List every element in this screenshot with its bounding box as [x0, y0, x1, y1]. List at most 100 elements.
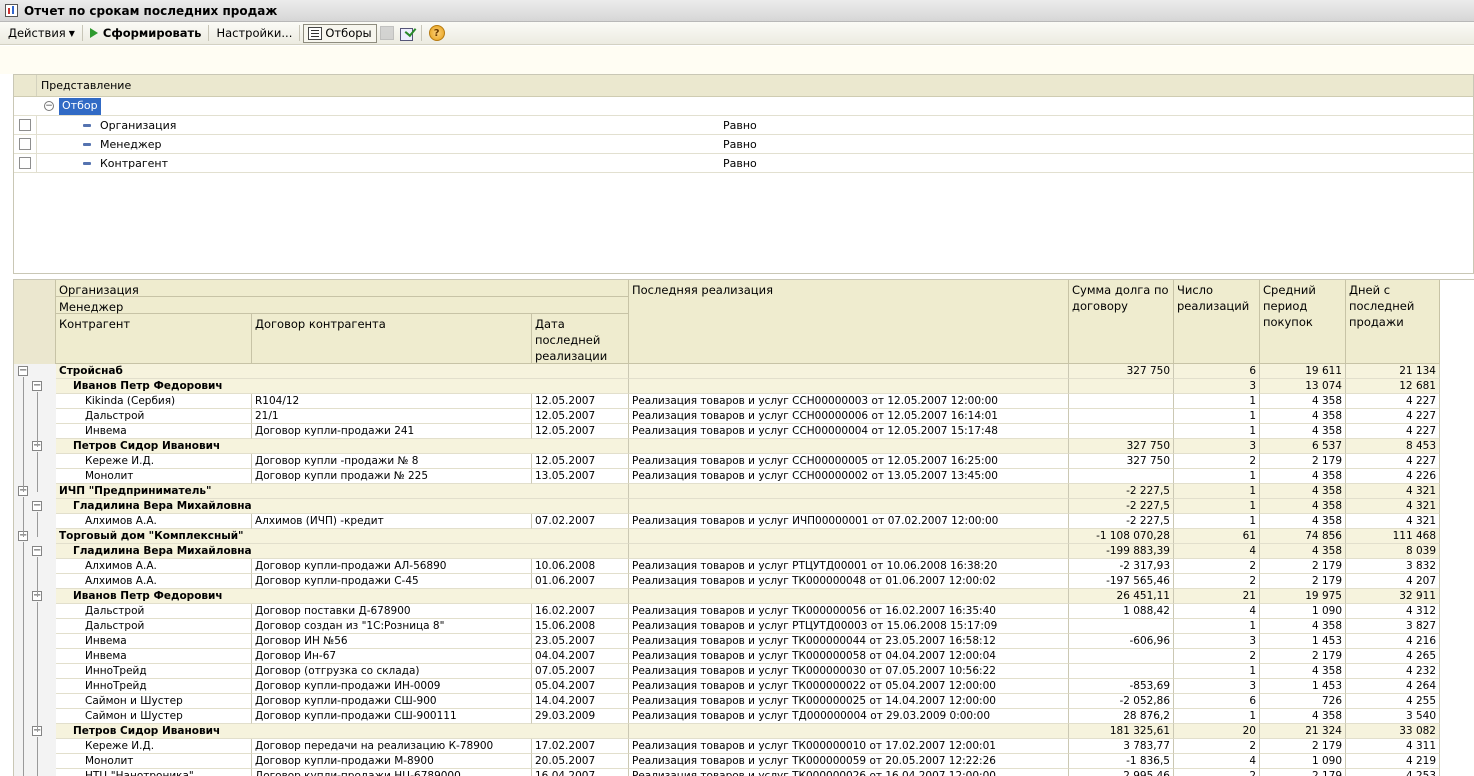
- toolbar-separator: [299, 25, 301, 41]
- cell-contract: Договор Ин-67: [252, 649, 532, 664]
- report-header: Организация Менеджер Контрагент Договор …: [14, 280, 1474, 364]
- select-variant-icon[interactable]: [399, 26, 415, 41]
- cell-days-since: 4 264: [1346, 679, 1440, 694]
- tree-line: [37, 392, 38, 447]
- cell-days-since: 4 219: [1346, 754, 1440, 769]
- collapse-icon[interactable]: −: [32, 381, 42, 391]
- cell-days-since: 21 134: [1346, 364, 1440, 379]
- cell-last-sale: Реализация товаров и услуг ТК000000022 о…: [629, 679, 1069, 694]
- filter-condition[interactable]: Равно: [723, 138, 757, 151]
- header-gutter: [14, 280, 56, 364]
- table-row[interactable]: ИнноТрейд Договор купли-продажи ИН-0009 05…: [14, 679, 1474, 694]
- cell-count: 1: [1174, 409, 1260, 424]
- disabled-report-icon[interactable]: [379, 26, 394, 40]
- manager-group-row[interactable]: −Петров Сидор Иванович327 75036 5378 453: [14, 439, 1474, 454]
- cell-count: 3: [1174, 439, 1260, 454]
- table-row[interactable]: Монолит Договор купли-продажи М-8900 20.05…: [14, 754, 1474, 769]
- cell-last-sale: [629, 544, 1069, 559]
- generate-button[interactable]: Сформировать: [86, 24, 206, 43]
- collapse-icon[interactable]: −: [32, 546, 42, 556]
- cell-date: 05.04.2007: [532, 679, 629, 694]
- filters-toggle-button[interactable]: Отборы: [303, 23, 377, 43]
- cell-contract: Договор купли-продажи С-45: [252, 574, 532, 589]
- filter-row-counterparty[interactable]: Контрагент Равно: [14, 154, 1473, 173]
- filter-list-icon: [308, 26, 323, 40]
- filter-row-organization[interactable]: Организация Равно: [14, 116, 1473, 135]
- cell-days-since: 4 321: [1346, 484, 1440, 499]
- filters-label: Отборы: [325, 26, 372, 40]
- cell-counterparty: Инвема: [56, 634, 252, 649]
- filter-condition[interactable]: Равно: [723, 157, 757, 170]
- collapse-icon[interactable]: −: [44, 101, 54, 111]
- table-row[interactable]: Алхимов А.А. Договор купли-продажи АЛ-568…: [14, 559, 1474, 574]
- table-row[interactable]: Кереже И.Д. Договор купли -продажи № 8 12.…: [14, 454, 1474, 469]
- cell-contract: Договор купли-продажи СШ-900111: [252, 709, 532, 724]
- cell-contract: Алхимов (ИЧП) -кредит: [252, 514, 532, 529]
- cell-debt: -2 227,5: [1069, 499, 1174, 514]
- cell-date: 04.04.2007: [532, 649, 629, 664]
- cell-avg-period: 13 074: [1260, 379, 1346, 394]
- report-table[interactable]: Организация Менеджер Контрагент Договор …: [13, 279, 1474, 776]
- info-stripe: [0, 46, 1474, 74]
- cell-days-since: 33 082: [1346, 724, 1440, 739]
- organization-group-row[interactable]: −Торговый дом "Комплексный"-1 108 070,28…: [14, 529, 1474, 544]
- toolbar: Действия ▼ Сформировать Настройки... Отб…: [0, 22, 1474, 45]
- cell-days-since: 4 216: [1346, 634, 1440, 649]
- organization-group-row[interactable]: − Стройснаб 327 750 6 19 611 21 134: [14, 364, 1474, 379]
- manager-group-row[interactable]: − Иванов Петр Федорович 3 13 074 12 681: [14, 379, 1474, 394]
- cell-contract: Договор купли-продажи 241: [252, 424, 532, 439]
- filter-row-manager[interactable]: Менеджер Равно: [14, 135, 1473, 154]
- cell-counterparty: Инвема: [56, 649, 252, 664]
- filter-group-row[interactable]: − Отбор: [14, 97, 1473, 116]
- cell-count: 1: [1174, 394, 1260, 409]
- cell-date: 12.05.2007: [532, 409, 629, 424]
- manager-group-row[interactable]: − Гладилина Вера Михайловна -199 883,39 4 4 …: [14, 544, 1474, 559]
- table-row[interactable]: Инвема Договор ИН №56 23.05.2007 Реализация…: [14, 634, 1474, 649]
- cell-contract: Договор создан из "1С:Розница 8": [252, 619, 532, 634]
- cell-counterparty: Дальстрой: [56, 619, 252, 634]
- table-row[interactable]: Кереже И.Д. Договор передачи на реализаци…: [14, 739, 1474, 754]
- cell-contract: Договор купли продажи № 225: [252, 469, 532, 484]
- settings-header-label: Представление: [41, 79, 132, 92]
- actions-label: Действия: [8, 26, 66, 40]
- table-row[interactable]: Алхимов А.А. Договор купли-продажи С-45 01…: [14, 574, 1474, 589]
- manager-group-row[interactable]: − Гладилина Вера Михайловна -2 227,5 1 4 358…: [14, 499, 1474, 514]
- cell-debt: 327 750: [1069, 439, 1174, 454]
- manager-group-row[interactable]: −Петров Сидор Иванович181 325,612021 324…: [14, 724, 1474, 739]
- table-row[interactable]: Саймон и Шустер Договор купли-продажи СШ-…: [14, 709, 1474, 724]
- collapse-icon[interactable]: −: [32, 501, 42, 511]
- table-row[interactable]: Монолит Договор купли продажи № 225 13.05.…: [14, 469, 1474, 484]
- table-row[interactable]: Алхимов А.А. Алхимов (ИЧП) -кредит 07.02.2…: [14, 514, 1474, 529]
- cell-date: 17.02.2007: [532, 739, 629, 754]
- filter-checkbox[interactable]: [19, 138, 31, 150]
- cell-counterparty: Монолит: [56, 469, 252, 484]
- cell-avg-period: 4 358: [1260, 484, 1346, 499]
- table-row[interactable]: НТЦ "Нанотроника" Договор купли-продажи Н…: [14, 769, 1474, 776]
- filter-group-label[interactable]: Отбор: [59, 98, 101, 115]
- cell-date: 07.02.2007: [532, 514, 629, 529]
- settings-button[interactable]: Настройки...: [212, 24, 296, 43]
- header-avg-period: Средний период покупок: [1260, 280, 1346, 364]
- table-row[interactable]: Kikinda (Сербия) R104/12 12.05.2007 Реализа…: [14, 394, 1474, 409]
- table-row[interactable]: ИнноТрейд Договор (отгрузка со склада) 07.…: [14, 664, 1474, 679]
- table-row[interactable]: Дальстрой 21/1 12.05.2007 Реализация товаро…: [14, 409, 1474, 424]
- cell-debt: -1 108 070,28: [1069, 529, 1174, 544]
- table-row[interactable]: Инвема Договор купли-продажи 241 12.05.200…: [14, 424, 1474, 439]
- filter-checkbox[interactable]: [19, 157, 31, 169]
- collapse-icon[interactable]: −: [18, 366, 28, 376]
- cell-days-since: 4 227: [1346, 394, 1440, 409]
- help-icon[interactable]: ?: [428, 25, 445, 41]
- organization-group-row[interactable]: −ИЧП "Предприниматель"-2 227,514 3584 32…: [14, 484, 1474, 499]
- table-row[interactable]: Инвема Договор Ин-67 04.04.2007 Реализация …: [14, 649, 1474, 664]
- filter-condition[interactable]: Равно: [723, 119, 757, 132]
- table-row[interactable]: Саймон и Шустер Договор купли-продажи СШ-…: [14, 694, 1474, 709]
- filter-checkbox[interactable]: [19, 119, 31, 131]
- cell-contract: Договор купли-продажи АЛ-56890: [252, 559, 532, 574]
- cell-contract: Договор купли-продажи СШ-900: [252, 694, 532, 709]
- cell-count: 2: [1174, 739, 1260, 754]
- table-row[interactable]: Дальстрой Договор создан из "1С:Розница 8…: [14, 619, 1474, 634]
- cell-last-sale: [629, 379, 1069, 394]
- table-row[interactable]: Дальстрой Договор поставки Д-678900 16.02.…: [14, 604, 1474, 619]
- actions-menu-button[interactable]: Действия ▼: [4, 24, 79, 43]
- manager-group-row[interactable]: −Иванов Петр Федорович26 451,112119 9753…: [14, 589, 1474, 604]
